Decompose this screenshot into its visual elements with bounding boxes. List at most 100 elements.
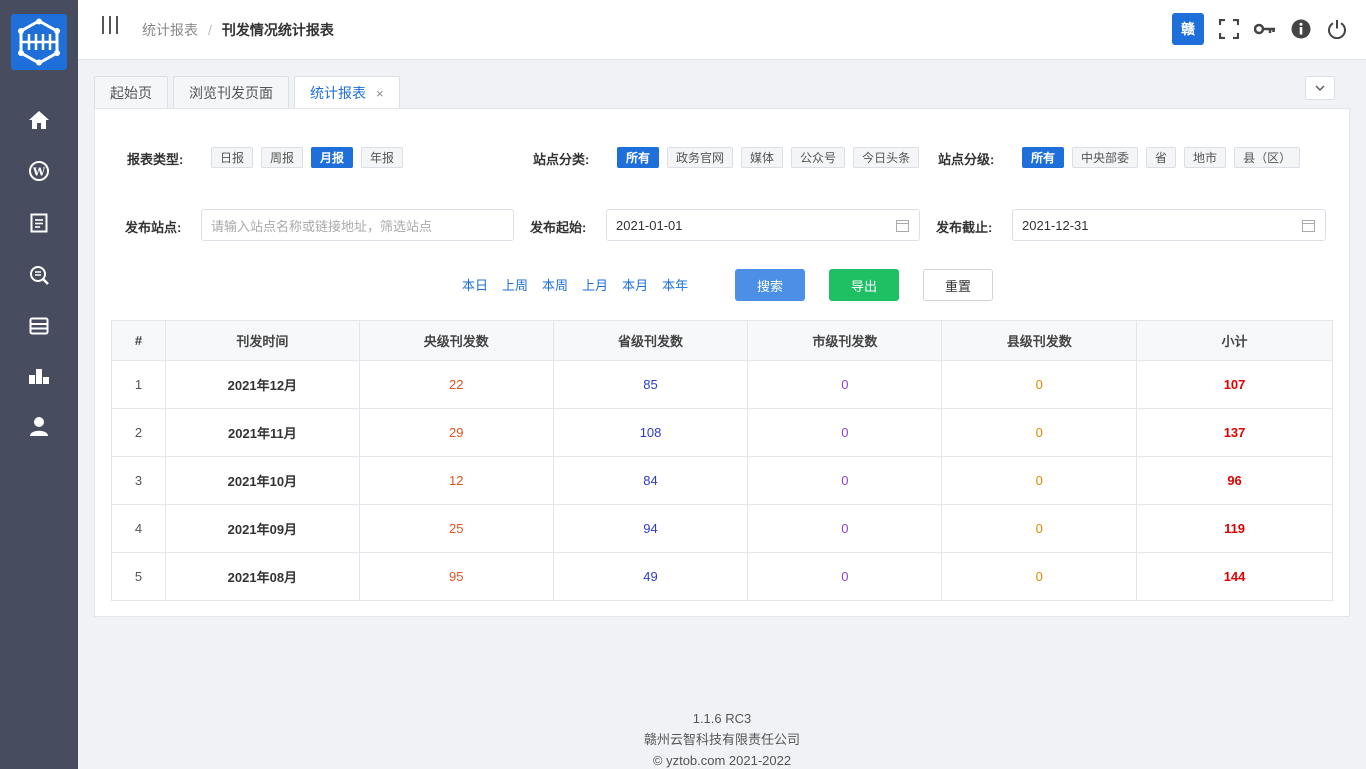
sidebar: W (0, 0, 78, 769)
report-type-day[interactable]: 日报 (211, 147, 254, 168)
footer-company: 赣州云智科技有限责任公司 (643, 732, 800, 747)
breadcrumb-parent[interactable]: 统计报表 (142, 20, 198, 40)
cell-city: 0 (747, 504, 943, 553)
cell-time: 2021年12月 (164, 360, 360, 409)
site-label: 发布站点: (125, 220, 182, 235)
cell-province: 108 (552, 408, 749, 457)
footer-version: 1.1.6 RC3 (692, 711, 752, 726)
cell-central: 22 (358, 360, 554, 409)
cell-central: 12 (358, 456, 554, 505)
reset-button[interactable]: 重置 (923, 269, 993, 301)
cell-county: 0 (941, 504, 1138, 553)
tab-label: 浏览刊发页面 (189, 84, 273, 101)
power-icon[interactable] (1326, 18, 1348, 40)
search-button[interactable]: 搜索 (735, 269, 805, 301)
cell-county: 0 (941, 552, 1138, 601)
cell-province: 49 (552, 552, 749, 601)
report-type-month[interactable]: 月报 (311, 147, 354, 168)
home-icon[interactable] (27, 108, 51, 132)
breadcrumb-current: 刊发情况统计报表 (221, 22, 334, 38)
cell-index: 5 (111, 552, 166, 601)
cell-county: 0 (941, 360, 1138, 409)
cell-province: 94 (552, 504, 749, 553)
document-icon[interactable] (27, 211, 51, 235)
quick-today[interactable]: 本日 (462, 275, 488, 294)
tabs-dropdown[interactable] (1305, 76, 1335, 100)
user-badge[interactable]: 赣 (1172, 13, 1204, 45)
cell-central: 25 (358, 504, 554, 553)
quick-last-month[interactable]: 上月 (582, 275, 608, 294)
storage-icon[interactable] (27, 314, 51, 338)
site-category-wechat[interactable]: 公众号 (791, 147, 846, 168)
info-icon[interactable] (1290, 18, 1312, 40)
site-level-county[interactable]: 县（区） (1234, 147, 1301, 168)
report-type-options: 日报 周报 月报 年报 (211, 147, 511, 168)
key-icon[interactable] (1254, 18, 1276, 40)
page-tabs: 起始页 浏览刊发页面 统计报表 × (94, 76, 400, 109)
end-date-label: 发布截止: (936, 220, 993, 235)
end-date-input[interactable]: 2021-12-31 (1012, 209, 1326, 241)
quick-this-week[interactable]: 本周 (542, 275, 568, 294)
user-icon[interactable] (27, 414, 51, 438)
site-category-media[interactable]: 媒体 (741, 147, 784, 168)
site-level-city[interactable]: 地市 (1184, 147, 1227, 168)
close-icon[interactable]: × (376, 86, 384, 101)
cell-time: 2021年08月 (164, 552, 360, 601)
col-time-header: 刊发时间 (164, 320, 360, 361)
col-province-header: 省级刊发数 (552, 320, 749, 361)
cell-total: 96 (1136, 456, 1333, 505)
table-row: 4 2021年09月 25 94 0 0 119 (111, 504, 1333, 553)
col-city-header: 市级刊发数 (747, 320, 943, 361)
svg-text:W: W (32, 166, 46, 179)
cell-total: 144 (1136, 552, 1333, 601)
export-button[interactable]: 导出 (829, 269, 899, 301)
site-category-gov[interactable]: 政务官网 (667, 147, 734, 168)
cell-time: 2021年10月 (164, 456, 360, 505)
cell-city: 0 (747, 552, 943, 601)
cell-total: 107 (1136, 360, 1333, 409)
col-index-header: # (111, 320, 166, 361)
header-actions: 赣 (1172, 13, 1348, 45)
quick-this-month[interactable]: 本月 (622, 275, 648, 294)
site-level-central[interactable]: 中央部委 (1072, 147, 1139, 168)
table-row: 2 2021年11月 29 108 0 0 137 (111, 408, 1333, 457)
app-logo[interactable] (11, 14, 67, 70)
site-category-toutiao[interactable]: 今日头条 (853, 147, 920, 168)
menu-toggle-icon[interactable] (102, 16, 118, 34)
site-level-all[interactable]: 所有 (1022, 147, 1065, 168)
cell-time: 2021年11月 (164, 408, 360, 457)
start-date-input[interactable]: 2021-01-01 (606, 209, 920, 241)
cell-province: 84 (552, 456, 749, 505)
cell-province: 85 (552, 360, 749, 409)
report-type-week[interactable]: 周报 (261, 147, 304, 168)
page-footer: 1.1.6 RC3 赣州云智科技有限责任公司 © yztob.com 2021-… (78, 708, 1366, 769)
tab-report[interactable]: 统计报表 × (294, 76, 400, 109)
table-row: 1 2021年12月 22 85 0 0 107 (111, 360, 1333, 409)
site-level-options: 所有 中央部委 省 地市 县（区） (1022, 147, 1342, 168)
site-level-label: 站点分级: (938, 152, 995, 167)
footer-copyright: © yztob.com 2021-2022 (652, 753, 792, 768)
cell-time: 2021年09月 (164, 504, 360, 553)
quick-last-week[interactable]: 上周 (502, 275, 528, 294)
table-row: 3 2021年10月 12 84 0 0 96 (111, 456, 1333, 505)
calendar-icon (1302, 220, 1315, 232)
tab-start[interactable]: 起始页 (94, 76, 168, 108)
quick-this-year[interactable]: 本年 (662, 275, 688, 294)
table-row: 5 2021年08月 95 49 0 0 144 (111, 552, 1333, 601)
chevron-down-icon (1315, 85, 1325, 91)
col-county-header: 县级刊发数 (941, 320, 1138, 361)
site-level-province[interactable]: 省 (1146, 147, 1177, 168)
table-header-row: # 刊发时间 央级刊发数 省级刊发数 市级刊发数 县级刊发数 小计 (111, 320, 1333, 361)
tab-browse[interactable]: 浏览刊发页面 (173, 76, 289, 108)
fullscreen-icon[interactable] (1218, 18, 1240, 40)
search-report-icon[interactable] (27, 263, 51, 287)
wordpress-icon[interactable]: W (27, 159, 51, 183)
start-date-value: 2021-01-01 (616, 217, 683, 233)
site-input[interactable]: 请输入站点名称或链接地址，筛选站点 (201, 209, 514, 241)
cell-city: 0 (747, 360, 943, 409)
chart-icon[interactable] (27, 364, 51, 388)
site-category-all[interactable]: 所有 (617, 147, 660, 168)
cell-central: 29 (358, 408, 554, 457)
cell-central: 95 (358, 552, 554, 601)
report-type-year[interactable]: 年报 (361, 147, 404, 168)
